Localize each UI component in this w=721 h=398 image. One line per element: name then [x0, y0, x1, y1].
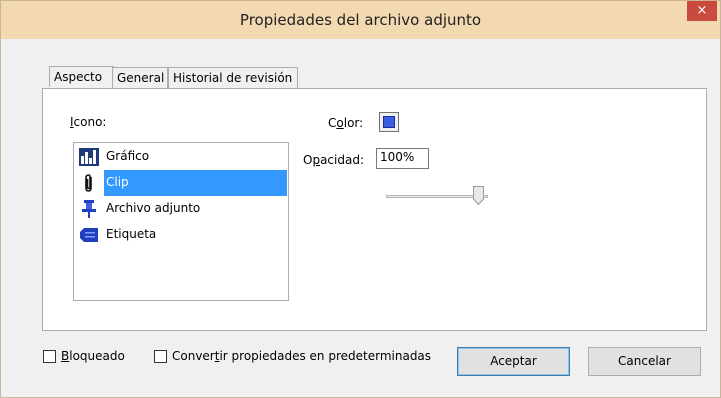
- graph-icon: [79, 147, 99, 167]
- color-label: Color:: [328, 116, 364, 130]
- icon-listbox[interactable]: Gráfico Clip Archivo adjunto Etiqueta: [73, 142, 289, 301]
- tab-aspecto-label: Aspecto: [54, 70, 103, 84]
- pushpin-icon: [79, 199, 99, 219]
- tab-general[interactable]: General: [112, 67, 168, 88]
- ok-button-label: Aceptar: [490, 354, 537, 368]
- list-item-label: Etiqueta: [106, 227, 157, 241]
- paperclip-icon: [79, 173, 99, 193]
- close-icon: ×: [696, 3, 708, 18]
- locked-checkbox[interactable]: [43, 350, 56, 363]
- close-button[interactable]: ×: [687, 1, 717, 21]
- tag-icon: [79, 225, 99, 245]
- cancel-button-label: Cancelar: [618, 354, 671, 368]
- list-item-label: Clip: [106, 175, 129, 189]
- set-defaults-label: Convertir propiedades en predeterminadas: [172, 349, 432, 363]
- list-item-grafico[interactable]: Gráfico: [75, 144, 287, 170]
- list-item-clip[interactable]: Clip: [75, 170, 287, 196]
- ok-button[interactable]: Aceptar: [457, 347, 570, 376]
- list-item-archivo-adjunto[interactable]: Archivo adjunto: [75, 196, 287, 222]
- dialog-title: Propiedades del archivo adjunto: [239, 11, 482, 29]
- opacity-label: Opacidad:: [303, 153, 364, 167]
- tab-general-label: General: [117, 71, 165, 85]
- tab-historial[interactable]: Historial de revisión: [168, 67, 298, 88]
- opacity-input[interactable]: 100%: [376, 148, 429, 169]
- locked-label: Bloqueado: [61, 349, 125, 363]
- list-item-etiqueta[interactable]: Etiqueta: [75, 222, 287, 248]
- tab-aspecto[interactable]: Aspecto: [49, 66, 114, 87]
- set-defaults-checkbox[interactable]: [154, 350, 167, 363]
- color-swatch-fill: [383, 116, 395, 128]
- cancel-button[interactable]: Cancelar: [588, 347, 701, 376]
- tab-historial-label: Historial de revisión: [173, 71, 293, 85]
- list-item-label: Gráfico: [106, 149, 150, 163]
- list-item-label: Archivo adjunto: [106, 201, 201, 215]
- title-bar[interactable]: Propiedades del archivo adjunto ×: [1, 1, 720, 39]
- opacity-slider-thumb[interactable]: [473, 186, 484, 206]
- color-picker-button[interactable]: [379, 112, 399, 132]
- icon-label: Icono:: [70, 115, 107, 129]
